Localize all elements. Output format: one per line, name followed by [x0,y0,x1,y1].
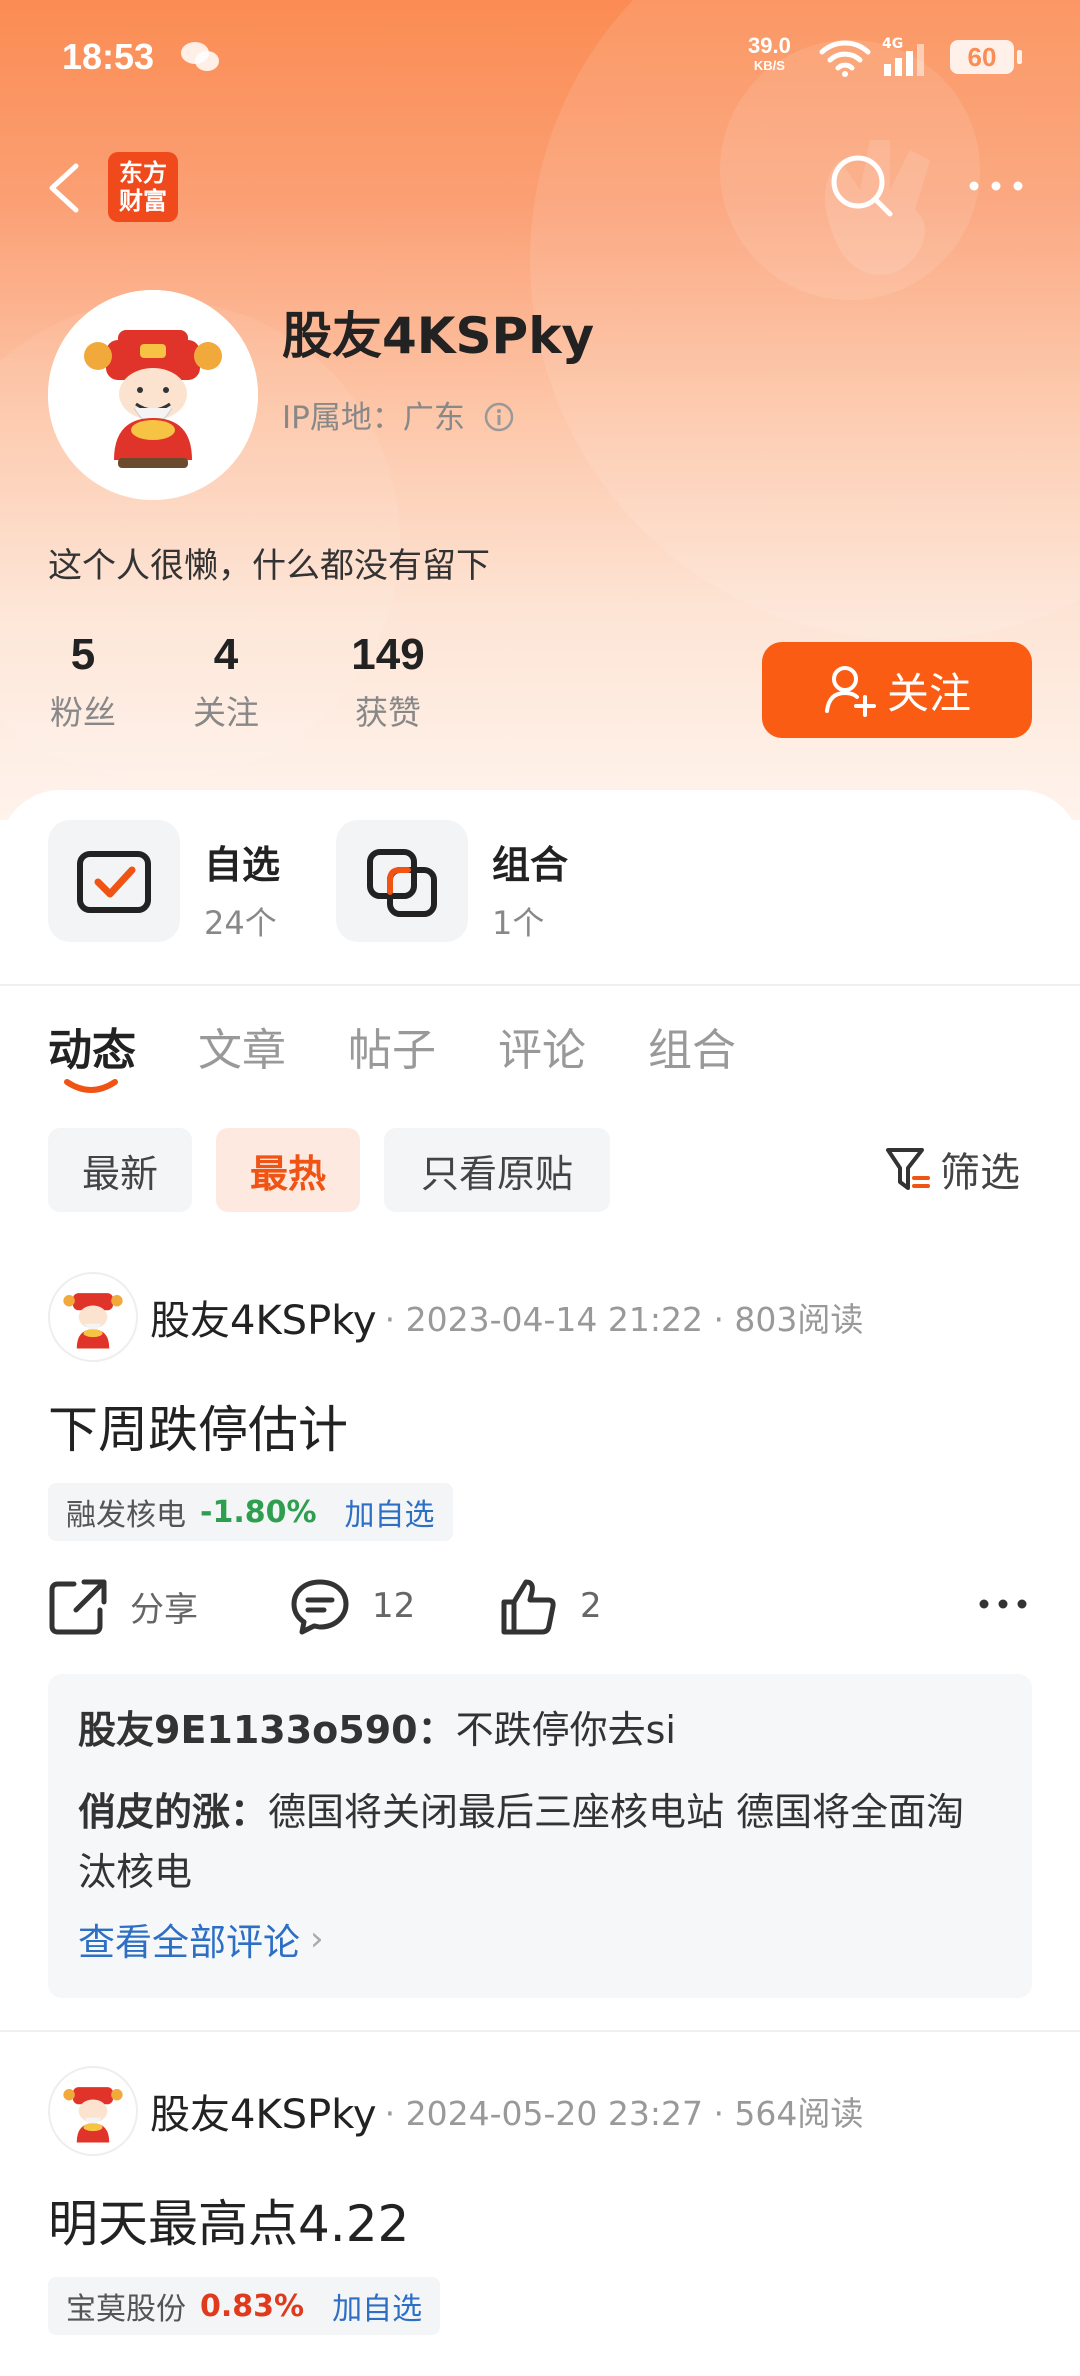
network-speed: 39.0 KB/S [748,33,791,74]
back-arrow-icon[interactable] [44,160,84,216]
tab-comments[interactable]: 评论 [498,1014,586,1078]
caishen-avatar-icon [63,1293,123,1349]
stock-change: 0.83% [200,2288,305,2324]
comment-bubble-icon [291,1579,349,1635]
stock-change: -1.80% [200,1494,317,1530]
more-options-icon[interactable] [978,1594,1028,1614]
status-time: 18:53 [62,36,155,77]
comment-user: 俏皮的涨： [78,1790,269,1834]
wechat-icon [181,42,219,71]
post-author-row[interactable]: 股友4KSPky · 2024-05-20 23:27 · 564阅读 [48,2066,863,2156]
comment-text: 不跌停你去si [455,1708,676,1752]
like-button[interactable]: 2 [498,1576,602,1636]
post-actions: 分享 12 2 [48,1576,1032,1646]
stock-tag[interactable]: 融发核电 -1.80% 加自选 [48,1483,453,1541]
app-logo: 东方 财富 [108,152,178,222]
post-meta: · 2023-04-14 21:22 · 803阅读 [384,1300,864,1339]
filter-original-only[interactable]: 只看原贴 [384,1128,610,1212]
caishen-avatar-icon [48,290,258,500]
divider [0,984,1080,986]
comment-item[interactable]: 股友9E1133o590：不跌停你去si [78,1700,1002,1760]
comment-item[interactable]: 俏皮的涨：德国将关闭最后三座核电站 德国将全面淘汰核电 [78,1782,1002,1902]
thumbs-up-icon [501,1579,556,1635]
comment-button[interactable]: 12 [290,1576,415,1636]
divider [0,2030,1080,2032]
post-author-name[interactable]: 股友4KSPky [150,1288,377,1346]
stat-fans[interactable]: 5 粉丝 [48,630,118,734]
signal-icon [884,44,924,76]
filter-latest[interactable]: 最新 [48,1128,192,1212]
info-icon[interactable] [483,401,515,433]
checkbox-check-icon [77,851,151,913]
post-meta: · 2024-05-20 23:27 · 564阅读 [384,2094,864,2133]
status-bar: 18:53 39.0 KB/S 4G 60 [0,30,1080,90]
comment-preview: 股友9E1133o590：不跌停你去si 俏皮的涨：德国将关闭最后三座核电站 德… [48,1674,1032,1998]
avatar[interactable] [48,290,258,500]
bio: 这个人很懒，什么都没有留下 [48,546,490,586]
comment-user: 股友9E1133o590： [78,1708,456,1752]
add-to-watchlist-link[interactable]: 加自选 [332,2284,422,2328]
wifi-icon [819,40,871,77]
tab-posts[interactable]: 帖子 [348,1014,436,1078]
share-icon [49,1579,107,1635]
view-all-comments-link[interactable]: 查看全部评论 › [78,1912,1002,1966]
post-avatar[interactable] [48,1272,138,1362]
post-author-row[interactable]: 股友4KSPky · 2023-04-14 21:22 · 803阅读 [48,1272,863,1362]
post-title[interactable]: 明天最高点4.22 [48,2184,409,2256]
post-author-name[interactable]: 股友4KSPky [150,2082,377,2140]
tab-portfolios[interactable]: 组合 [648,1014,736,1078]
stat-likes[interactable]: 149 获赞 [328,630,448,734]
more-options-icon[interactable] [966,174,1026,198]
stat-following[interactable]: 4 关注 [191,630,261,734]
post-avatar[interactable] [48,2066,138,2156]
add-to-watchlist-link[interactable]: 加自选 [345,1490,435,1534]
battery-level: 60 [950,40,1022,74]
chevron-right-icon: › [310,1919,324,1959]
share-button[interactable]: 分享 [48,1576,198,1636]
portfolio-icon [367,849,437,917]
tab-articles[interactable]: 文章 [198,1014,286,1078]
add-user-icon [824,666,876,717]
filter-hottest[interactable]: 最热 [216,1128,360,1212]
filter-button[interactable]: 筛选 [884,1140,1020,1198]
search-icon[interactable] [826,150,896,220]
active-tab-indicator [64,1079,118,1093]
ip-location: IP属地：广东 [282,392,515,437]
tab-activity[interactable]: 动态 [48,1014,136,1078]
caishen-avatar-icon [63,2087,123,2143]
username: 股友4KSPky [282,307,595,365]
stock-tag[interactable]: 宝莫股份 0.83% 加自选 [48,2277,441,2335]
post-title[interactable]: 下周跌停估计 [48,1390,348,1462]
funnel-icon [886,1148,930,1190]
follow-button[interactable]: 关注 [762,642,1032,738]
